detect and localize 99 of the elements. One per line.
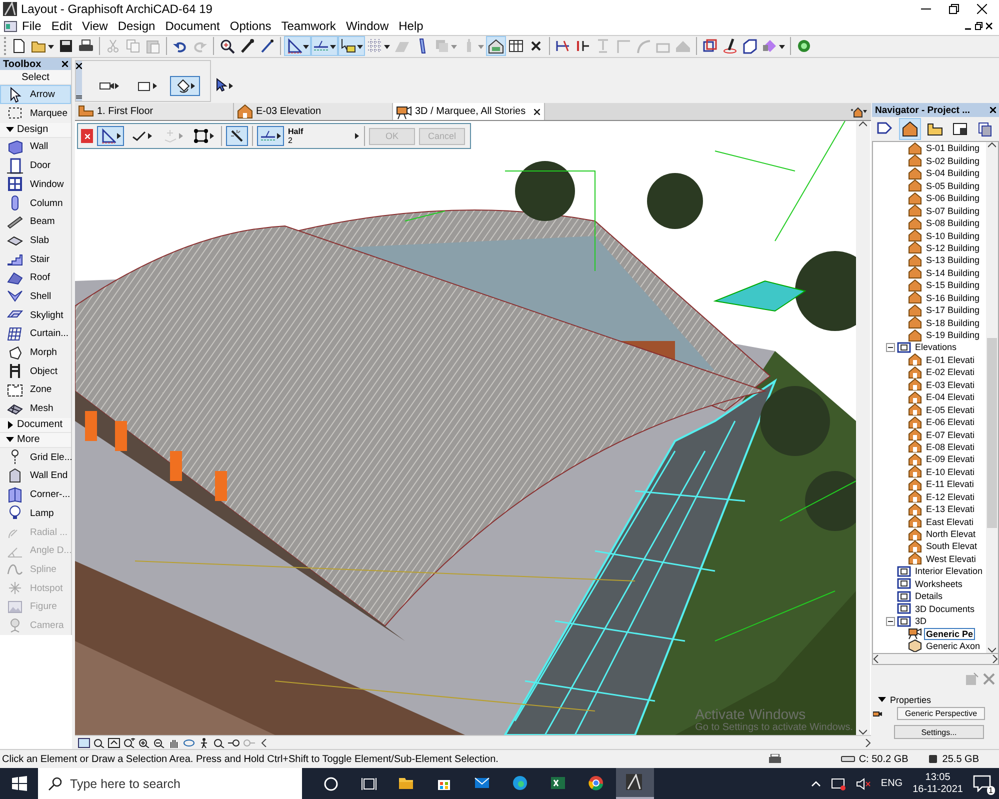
search-field[interactable]: Type here to search: [38, 768, 302, 799]
menu-item[interactable]: Document: [160, 19, 225, 34]
tree-item[interactable]: East Elevati: [924, 516, 976, 528]
tool-item[interactable]: Door: [0, 156, 71, 175]
tree-item[interactable]: S-04 Building: [924, 167, 982, 180]
menu-item[interactable]: Help: [394, 19, 428, 34]
tool-item[interactable]: Stair: [0, 250, 71, 268]
tab-label: 1. First Floor: [97, 106, 154, 118]
disk-space: C: 50.2 GB: [858, 754, 908, 765]
tree-item[interactable]: Interior Elevation: [913, 565, 985, 578]
group-header: Select: [0, 70, 71, 86]
clock-date[interactable]: 16-11-2021: [912, 784, 963, 796]
view-tab[interactable]: E-03 Elevation: [234, 103, 393, 120]
tool-item[interactable]: Column: [0, 194, 71, 212]
tree-item[interactable]: E-08 Elevati: [924, 440, 977, 453]
option-label: Half: [288, 127, 304, 136]
tree-item[interactable]: E-11 Elevati: [924, 478, 976, 490]
tree-item[interactable]: S-13 Building: [924, 254, 982, 266]
group-header[interactable]: Document: [0, 418, 71, 433]
tool-item[interactable]: Marquee: [0, 104, 71, 123]
tab-label: 3D / Marquee, All Stories: [415, 106, 526, 118]
activation-title: Activate Windows: [695, 706, 807, 722]
tool-item[interactable]: Mesh: [0, 399, 71, 418]
tool-item[interactable]: Skylight: [0, 306, 71, 324]
tree-item[interactable]: Details: [913, 590, 945, 602]
tree-item[interactable]: Elevations: [913, 341, 959, 354]
tree-item[interactable]: E-03 Elevati: [924, 378, 977, 391]
tool-item[interactable]: Zone: [0, 380, 71, 400]
tree-item[interactable]: West Elevati: [924, 552, 978, 565]
tree-item[interactable]: 3D: [913, 615, 929, 628]
menu-item[interactable]: Design: [112, 19, 160, 34]
memory-usage: 25.5 GB: [942, 754, 979, 765]
activation-text: Go to Settings to activate Windows.: [695, 722, 853, 734]
option-value: 2: [288, 136, 294, 146]
tree-item[interactable]: S-18 Building: [924, 316, 982, 329]
menu-item[interactable]: Teamwork: [276, 19, 341, 34]
tree-item[interactable]: Worksheets: [913, 578, 964, 590]
clock-time[interactable]: 13:05: [925, 772, 950, 784]
tree-item[interactable]: E-01 Elevati: [924, 354, 977, 366]
tool-item[interactable]: Roof: [0, 268, 71, 288]
tree-item[interactable]: S-05 Building: [924, 180, 982, 192]
tree-item[interactable]: S-12 Building: [924, 242, 982, 254]
tree-item[interactable]: S-16 Building: [924, 292, 982, 304]
menu-item[interactable]: Options: [224, 19, 276, 34]
tree-item[interactable]: S-01 Building: [924, 142, 982, 154]
view-name-field[interactable]: Generic Perspective: [897, 707, 985, 720]
tree-item[interactable]: S-19 Building: [924, 329, 982, 342]
tree-item[interactable]: North Elevat: [924, 528, 978, 540]
language-indicator[interactable]: ENG: [880, 778, 903, 789]
section-title: Properties: [890, 695, 932, 706]
tool-item[interactable]: Lamp: [0, 504, 71, 523]
tree-item[interactable]: South Elevat: [924, 540, 980, 552]
tree-item[interactable]: Generic Pe: [924, 628, 976, 640]
panel-title: Toolbox: [3, 58, 42, 70]
view-tab[interactable]: 1. First Floor: [75, 103, 234, 120]
panel-title: Navigator - Project ...: [875, 104, 970, 116]
tool-item[interactable]: Shell: [0, 287, 71, 306]
tree-item[interactable]: E-04 Elevati: [924, 391, 977, 404]
tree-item[interactable]: S-07 Building: [924, 204, 982, 217]
group-header[interactable]: More: [0, 432, 71, 448]
menu-item[interactable]: File: [17, 19, 46, 34]
tree-item[interactable]: S-17 Building: [924, 304, 982, 316]
tool-item[interactable]: Curtain...: [0, 324, 71, 344]
notification-count: 1: [986, 786, 995, 794]
tree-item[interactable]: S-10 Building: [924, 230, 982, 242]
tree-item[interactable]: E-02 Elevati: [924, 366, 977, 378]
tab-label: E-03 Elevation: [256, 106, 322, 118]
settings-button[interactable]: Settings...: [894, 725, 984, 740]
tree-item[interactable]: S-06 Building: [924, 192, 982, 204]
view-tab[interactable]: 3D / Marquee, All Stories: [393, 103, 545, 120]
tree-item[interactable]: S-15 Building: [924, 279, 982, 292]
tree-item[interactable]: 3D Documents: [913, 602, 977, 615]
tree-item[interactable]: S-08 Building: [924, 217, 982, 230]
menu-item[interactable]: Window: [340, 19, 394, 34]
group-header[interactable]: Design: [0, 122, 71, 138]
tool-item[interactable]: Arrow: [0, 85, 71, 104]
tree-item[interactable]: S-14 Building: [924, 266, 982, 279]
tool-item[interactable]: Corner-...: [0, 485, 71, 504]
tool-item[interactable]: Window: [0, 174, 71, 194]
window-title: Layout - Graphisoft ArchiCAD-64 19: [21, 2, 214, 16]
tree-item[interactable]: E-05 Elevati: [924, 404, 977, 416]
tree-item[interactable]: E-12 Elevati: [924, 490, 977, 503]
tool-item[interactable]: Morph: [0, 343, 71, 362]
status-message: Click an Element or Draw a Selection Area. Press and Hold Ctrl+Shift to Toggle Element/Sub-Element Selection.: [2, 754, 500, 765]
tree-item[interactable]: E-06 Elevati: [924, 416, 977, 428]
tree-item[interactable]: E-07 Elevati: [924, 428, 977, 441]
tool-item[interactable]: Grid Ele...: [0, 448, 71, 467]
tree-item[interactable]: E-10 Elevati: [924, 466, 977, 478]
tool-item[interactable]: Beam: [0, 212, 71, 232]
menu-item[interactable]: View: [77, 19, 113, 34]
tool-item[interactable]: Wall End: [0, 466, 71, 486]
menu-item[interactable]: Edit: [46, 19, 78, 34]
tool-item[interactable]: Wall: [0, 138, 71, 156]
tree-item[interactable]: S-02 Building: [924, 154, 982, 167]
tree-item[interactable]: E-13 Elevati: [924, 503, 977, 516]
tool-item[interactable]: Slab: [0, 231, 71, 250]
tree-item[interactable]: Generic Axon: [924, 640, 982, 652]
tool-item[interactable]: Object: [0, 362, 71, 381]
tree-item[interactable]: E-09 Elevati: [924, 453, 977, 466]
